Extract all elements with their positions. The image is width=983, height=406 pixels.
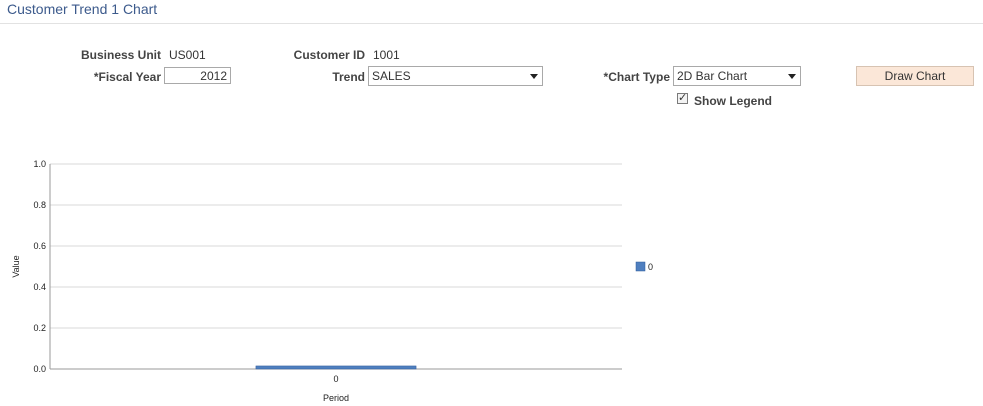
fiscal-year-label: *Fiscal Year — [93, 70, 161, 84]
draw-chart-button[interactable]: Draw Chart — [856, 66, 974, 86]
trend-chart: 0.0 0.2 0.4 0.6 0.8 1.0 0 Period Value 0 — [11, 159, 653, 403]
customer-id-value: 1001 — [373, 48, 400, 62]
chart-type-select[interactable]: 2D Bar Chart — [673, 66, 801, 86]
y-tick-label: 0.6 — [33, 241, 46, 251]
fiscal-year-input[interactable]: 2012 — [164, 67, 231, 84]
y-tick-label: 0.4 — [33, 282, 46, 292]
y-tick-label: 0.0 — [33, 364, 46, 374]
checkmark-icon: ✓ — [678, 92, 688, 104]
customer-id-label: Customer ID — [293, 48, 365, 62]
chart-type-select-value: 2D Bar Chart — [677, 69, 748, 83]
legend-label: 0 — [648, 262, 653, 272]
trend-select[interactable]: SALES — [368, 66, 543, 86]
chevron-down-icon — [788, 74, 796, 79]
page-title: Customer Trend 1 Chart — [7, 1, 158, 17]
show-legend-label: Show Legend — [694, 94, 772, 108]
title-divider — [0, 23, 983, 24]
x-axis-title: Period — [323, 393, 349, 403]
trend-label: Trend — [332, 70, 365, 84]
trend-select-value: SALES — [372, 69, 411, 83]
y-tick-label: 1.0 — [33, 159, 46, 169]
business-unit-value: US001 — [169, 48, 206, 62]
legend-swatch — [635, 261, 646, 272]
chevron-down-icon — [530, 74, 538, 79]
y-axis-title: Value — [11, 255, 21, 277]
y-tick-label: 0.2 — [33, 323, 46, 333]
bar — [255, 365, 417, 370]
business-unit-label: Business Unit — [80, 48, 161, 62]
show-legend-checkbox[interactable]: ✓ — [677, 93, 688, 104]
chart-type-label: *Chart Type — [603, 70, 670, 84]
y-tick-label: 0.8 — [33, 200, 46, 210]
x-tick-label: 0 — [333, 374, 338, 384]
